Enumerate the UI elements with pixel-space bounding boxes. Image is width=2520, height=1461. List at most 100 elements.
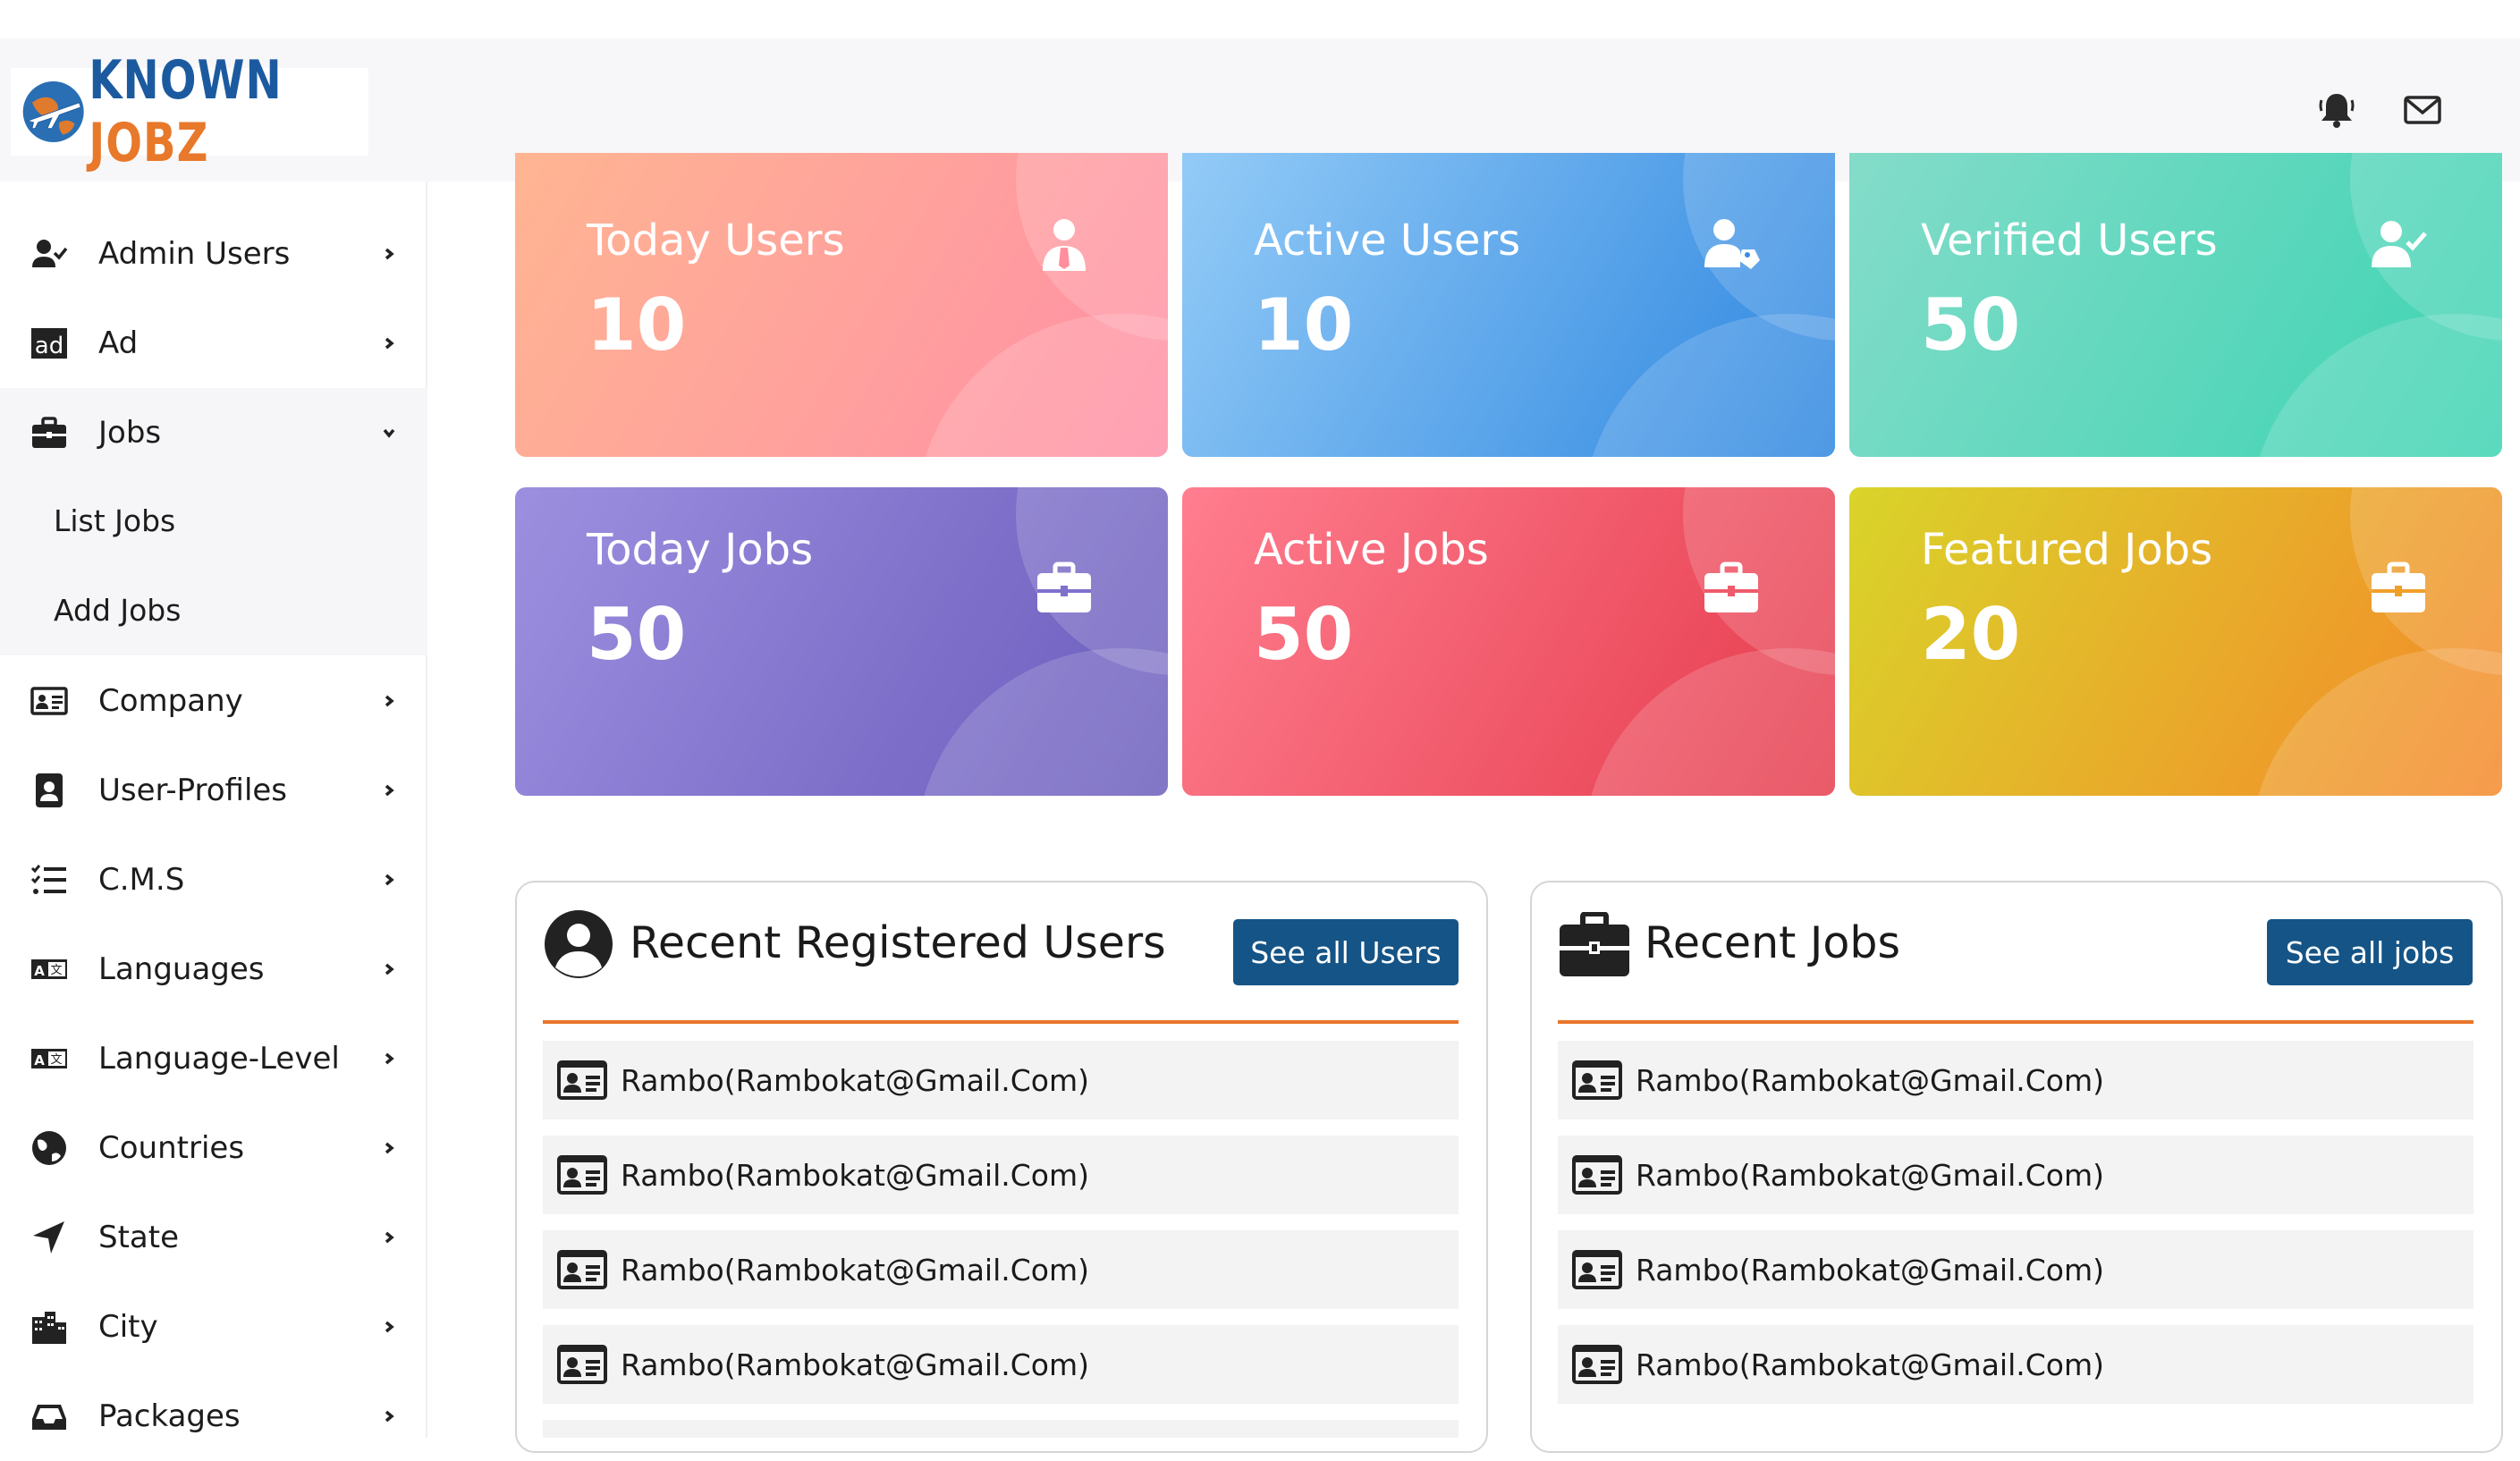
divider (543, 1020, 1459, 1024)
city-icon (32, 1312, 66, 1344)
sidebar-item-label: Languages (98, 951, 265, 987)
stat-card-verified-users[interactable]: Verified Users 50 (1849, 153, 2502, 457)
globe-plane-logo-icon (22, 81, 84, 142)
list-item-text: Rambo(Rambokat@Gmail.Com) (1636, 1347, 2105, 1382)
ad-icon: ad (31, 328, 67, 359)
sidebar-item-company[interactable]: Company (0, 656, 427, 746)
sidebar-item-jobs[interactable]: Jobs (0, 388, 427, 477)
user-check-icon (2372, 221, 2427, 267)
card-decoration (916, 314, 1168, 457)
user-tag-icon (1704, 219, 1760, 269)
see-all-users-button[interactable]: See all Users (1233, 919, 1459, 985)
card-decoration (2250, 648, 2502, 796)
card-decoration (916, 648, 1168, 796)
chevron-right-icon (385, 1052, 394, 1065)
stat-card-active-users[interactable]: Active Users 10 (1182, 153, 1835, 457)
bell-icon[interactable] (2316, 89, 2357, 131)
sidebar-item-countries[interactable]: Countries (0, 1103, 427, 1193)
stat-card-active-jobs[interactable]: Active Jobs 50 (1182, 487, 1835, 796)
stat-title: Verified Users (1921, 215, 2218, 266)
id-card-icon (1572, 1155, 1622, 1195)
stat-value: 50 (1254, 593, 1354, 676)
list-item[interactable]: Rambo(Rambokat@Gmail.Com) (543, 1136, 1459, 1214)
id-card-icon (30, 687, 68, 715)
list-item-text: Rambo(Rambokat@Gmail.Com) (621, 1347, 1090, 1382)
see-all-jobs-button[interactable]: See all jobs (2267, 919, 2473, 985)
sidebar-item-language-level[interactable]: A文 Language-Level (0, 1014, 427, 1103)
briefcase-icon (1704, 562, 1758, 612)
card-decoration (1583, 314, 1835, 457)
sidebar-item-packages[interactable]: Packages (0, 1372, 427, 1461)
list-item[interactable]: Rambo(Rambokat@Gmail.Com) (543, 1230, 1459, 1309)
sidebar-item-label: Countries (98, 1130, 245, 1166)
list-item[interactable]: Rambo(Rambokat@Gmail.Com) (1558, 1136, 2473, 1214)
list-item[interactable]: Rambo(Rambokat@Gmail.Com) (1558, 1041, 2473, 1119)
sidebar-item-languages[interactable]: A文 Languages (0, 925, 427, 1014)
sidebar-item-label: C.M.S (98, 862, 185, 898)
list-item[interactable]: Rambo(Rambokat@Gmail.Com) (543, 1041, 1459, 1119)
svg-text:文: 文 (50, 964, 62, 977)
list-item-text: Rambo(Rambokat@Gmail.Com) (1636, 1157, 2105, 1193)
chevron-right-icon (385, 963, 394, 975)
stat-value: 10 (587, 283, 687, 367)
sidebar-item-admin-users[interactable]: Admin Users (0, 209, 427, 299)
recent-users-title: Recent Registered Users (630, 917, 1166, 968)
sidebar-item-label: Ad (98, 325, 139, 361)
brand-wordmark-first: KNOWN (89, 49, 283, 112)
divider (1558, 1020, 2473, 1024)
sidebar-item-cms[interactable]: C.M.S (0, 835, 427, 925)
stat-card-today-users[interactable]: Today Users 10 (515, 153, 1168, 457)
user-tie-icon (1043, 219, 1086, 271)
stat-title: Active Users (1254, 215, 1521, 266)
brand-logo[interactable]: KNOWN JOBZ (11, 49, 368, 174)
mail-icon[interactable] (2402, 89, 2443, 131)
sidebar-item-label: Jobs (98, 415, 162, 451)
sidebar-item-user-profiles[interactable]: User-Profiles (0, 746, 427, 835)
language-icon: A文 (31, 1049, 67, 1068)
id-card-icon (1572, 1345, 1622, 1384)
chevron-right-icon (385, 784, 394, 797)
stat-card-featured-jobs[interactable]: Featured Jobs 20 (1849, 487, 2502, 796)
sidebar-item-label: Language-Level (98, 1041, 340, 1077)
id-card-icon (557, 1250, 607, 1289)
id-card-icon (557, 1155, 607, 1195)
list-check-icon (30, 865, 66, 894)
list-item-partial (543, 1420, 1459, 1438)
submenu-item-add-jobs[interactable]: Add Jobs (54, 593, 181, 628)
sidebar-item-label: User-Profiles (98, 773, 288, 808)
globe-icon (32, 1131, 66, 1165)
stat-title: Today Users (587, 215, 845, 266)
svg-text:A: A (34, 1052, 45, 1068)
list-item-text: Rambo(Rambokat@Gmail.Com) (1636, 1252, 2105, 1288)
chevron-right-icon (385, 695, 394, 707)
sidebar-item-state[interactable]: State (0, 1193, 427, 1282)
stat-title: Active Jobs (1254, 525, 1489, 575)
sidebar-item-label: Company (98, 683, 243, 719)
stat-card-today-jobs[interactable]: Today Jobs 50 (515, 487, 1168, 796)
list-item[interactable]: Rambo(Rambokat@Gmail.Com) (1558, 1325, 2473, 1404)
list-item[interactable]: Rambo(Rambokat@Gmail.Com) (1558, 1230, 2473, 1309)
language-icon: A文 (31, 959, 67, 979)
list-item[interactable]: Rambo(Rambokat@Gmail.Com) (543, 1325, 1459, 1404)
stat-value: 50 (1921, 283, 2021, 367)
chevron-right-icon (385, 1142, 394, 1154)
chevron-right-icon (385, 1410, 394, 1423)
card-decoration (2250, 314, 2502, 457)
card-decoration (1583, 648, 1835, 796)
stat-value: 20 (1921, 593, 2021, 676)
list-item-text: Rambo(Rambokat@Gmail.Com) (621, 1252, 1090, 1288)
sidebar-item-label: Admin Users (98, 236, 291, 272)
location-arrow-icon (33, 1221, 64, 1254)
list-item-text: Rambo(Rambokat@Gmail.Com) (1636, 1062, 2105, 1098)
briefcase-icon (2372, 562, 2425, 612)
brand-wordmark-second: JOBZ (89, 112, 209, 174)
recent-jobs-title: Recent Jobs (1645, 917, 1900, 968)
svg-text:A: A (34, 963, 45, 979)
sidebar-item-city[interactable]: City (0, 1282, 427, 1372)
brand-wordmark: KNOWN JOBZ (89, 49, 368, 174)
briefcase-icon (1560, 912, 1629, 976)
submenu-item-list-jobs[interactable]: List Jobs (54, 503, 175, 538)
sidebar-item-label: State (98, 1220, 179, 1255)
sidebar-item-ad[interactable]: ad Ad (0, 299, 427, 388)
svg-text:文: 文 (50, 1053, 62, 1067)
